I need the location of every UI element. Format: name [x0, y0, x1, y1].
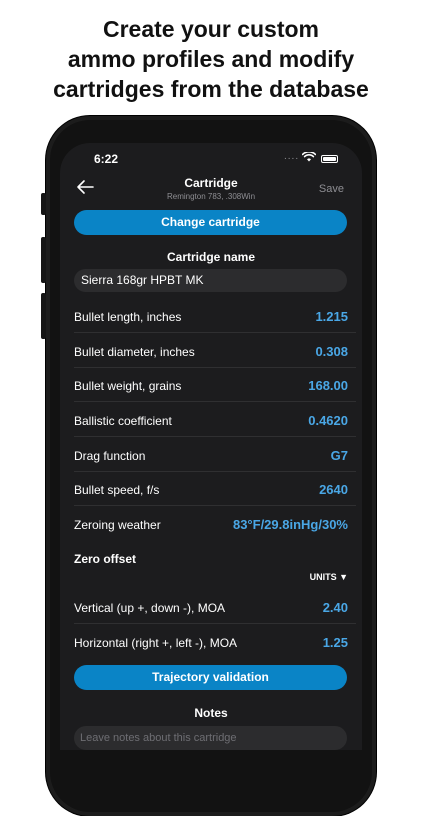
status-bar: 6:22 .... — [60, 143, 362, 171]
notes-input[interactable]: Leave notes about this cartridge — [74, 726, 347, 750]
phone-side-button-mute — [41, 193, 46, 215]
row-value[interactable]: 1.215 — [315, 309, 348, 324]
row-label: Bullet length, inches — [74, 310, 182, 324]
row-value[interactable]: 1.25 — [323, 635, 348, 650]
wifi-icon — [302, 152, 316, 162]
zero-offset-heading: Zero offset — [74, 552, 137, 566]
notes-heading: Notes — [194, 706, 228, 720]
row-value[interactable]: G7 — [331, 448, 348, 463]
row-label: Bullet diameter, inches — [74, 345, 195, 359]
cartridge-name-input[interactable]: Sierra 168gr HPBT MK — [74, 269, 347, 292]
row-label: Zeroing weather — [74, 518, 161, 532]
nav-title: Cartridge — [184, 176, 238, 190]
headline-line-2: ammo profiles and modify — [67, 46, 355, 72]
row-ballistic-coefficient[interactable]: Ballistic coefficient 0.4620 — [74, 402, 356, 437]
phone-side-button-volume-down — [41, 293, 46, 339]
cartridge-name-heading: Cartridge name — [166, 250, 256, 264]
row-bullet-speed[interactable]: Bullet speed, f/s 2640 — [74, 471, 356, 506]
row-bullet-diameter[interactable]: Bullet diameter, inches 0.308 — [74, 333, 356, 368]
status-time: 6:22 — [94, 152, 119, 166]
row-label: Ballistic coefficient — [74, 414, 172, 428]
row-horizontal-offset[interactable]: Horizontal (right +, left -), MOA 1.25 — [74, 624, 356, 659]
row-value[interactable]: 2.40 — [323, 600, 348, 615]
row-label: Bullet weight, grains — [74, 379, 182, 393]
row-zeroing-weather[interactable]: Zeroing weather 83°F/29.8inHg/30% — [74, 506, 356, 541]
row-value[interactable]: 2640 — [319, 482, 348, 497]
save-button[interactable]: Save — [319, 183, 344, 195]
nav-bar: Cartridge Remington 783, .308Win Save — [60, 173, 362, 207]
row-vertical-offset[interactable]: Vertical (up +, down -), MOA 2.40 — [74, 589, 356, 624]
app-screen: 6:22 .... Cartridge Remington 783, .308W… — [60, 143, 362, 750]
units-dropdown[interactable]: UNITS ▼ — [310, 572, 348, 582]
row-value[interactable]: 168.00 — [308, 378, 348, 393]
trajectory-validation-button[interactable]: Trajectory validation — [74, 665, 347, 690]
row-value[interactable]: 0.308 — [315, 344, 348, 359]
row-bullet-length[interactable]: Bullet length, inches 1.215 — [74, 298, 356, 333]
nav-subtitle: Remington 783, .308Win — [166, 192, 256, 201]
phone-side-button-volume-up — [41, 237, 46, 283]
headline-line-1: Create your custom — [102, 16, 319, 42]
row-label: Bullet speed, f/s — [74, 483, 160, 497]
battery-icon — [321, 155, 338, 163]
headline-line-3: cartridges from the database — [53, 76, 369, 102]
cellular-signal-icon: .... — [284, 151, 300, 162]
row-label: Drag function — [74, 449, 146, 463]
row-bullet-weight[interactable]: Bullet weight, grains 168.00 — [74, 367, 356, 402]
change-cartridge-button[interactable]: Change cartridge — [74, 210, 347, 235]
row-value[interactable]: 0.4620 — [308, 413, 348, 428]
row-label: Horizontal (right +, left -), MOA — [74, 636, 238, 650]
promo-headline: Create your custom ammo profiles and mod… — [0, 14, 422, 104]
row-value[interactable]: 83°F/29.8inHg/30% — [233, 517, 348, 532]
row-label: Vertical (up +, down -), MOA — [74, 601, 226, 615]
row-drag-function[interactable]: Drag function G7 — [74, 437, 356, 472]
